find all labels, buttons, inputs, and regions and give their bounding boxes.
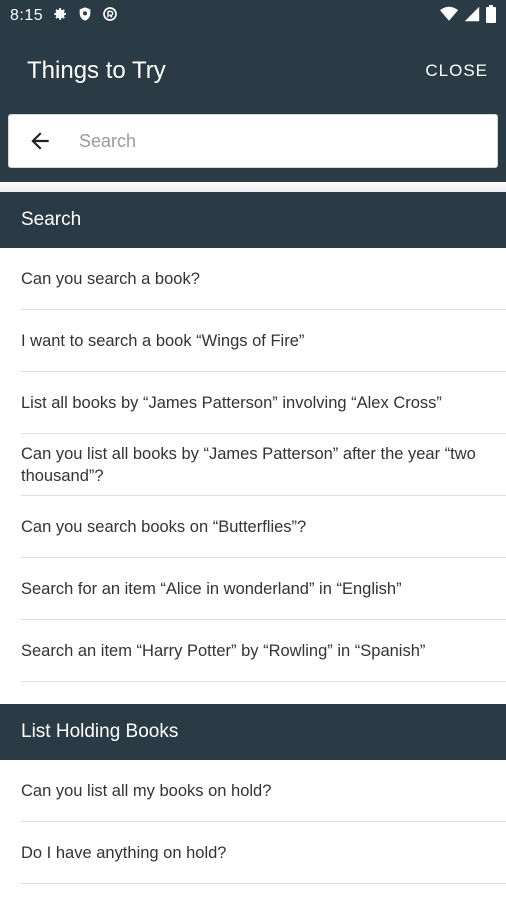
section-header-holding: List Holding Books	[0, 704, 506, 760]
section-search: Search Can you search a book? I want to …	[0, 192, 506, 682]
status-time: 8:15	[10, 7, 44, 24]
list-holding: Can you list all my books on hold? Do I …	[0, 760, 506, 884]
search-bar	[0, 110, 506, 182]
status-bar: 8:15	[0, 0, 506, 32]
list-item[interactable]: I want to search a book “Wings of Fire”	[0, 310, 506, 372]
list-item[interactable]: Search an item “Harry Potter” by “Rowlin…	[0, 620, 506, 682]
accessibility-icon	[102, 6, 118, 27]
section-header-search: Search	[0, 192, 506, 248]
list-item[interactable]: Do I have anything on hold?	[0, 822, 506, 884]
status-left: 8:15	[10, 6, 118, 27]
app-bar: Things to Try CLOSE	[0, 32, 506, 110]
list-item[interactable]: Can you list all books by “James Patters…	[0, 434, 506, 496]
search-box	[8, 114, 498, 168]
section-gap	[0, 682, 506, 704]
search-shadow	[0, 182, 506, 192]
page-title: Things to Try	[27, 57, 166, 84]
settings-icon	[52, 6, 68, 27]
wifi-icon	[440, 6, 458, 27]
close-button[interactable]: CLOSE	[425, 61, 488, 81]
shield-icon	[77, 6, 93, 27]
list-item[interactable]: Can you search a book?	[0, 248, 506, 310]
status-right	[440, 4, 496, 28]
list-search: Can you search a book? I want to search …	[0, 248, 506, 682]
list-item[interactable]: Can you list all my books on hold?	[0, 760, 506, 822]
section-holding: List Holding Books Can you list all my b…	[0, 704, 506, 884]
search-input[interactable]	[71, 130, 497, 152]
back-arrow-icon[interactable]	[9, 114, 71, 168]
list-item[interactable]: List all books by “James Patterson” invo…	[0, 372, 506, 434]
battery-icon	[486, 4, 496, 28]
list-item[interactable]: Can you search books on “Butterflies”?	[0, 496, 506, 558]
signal-icon	[464, 6, 480, 27]
list-item[interactable]: Search for an item “Alice in wonderland”…	[0, 558, 506, 620]
